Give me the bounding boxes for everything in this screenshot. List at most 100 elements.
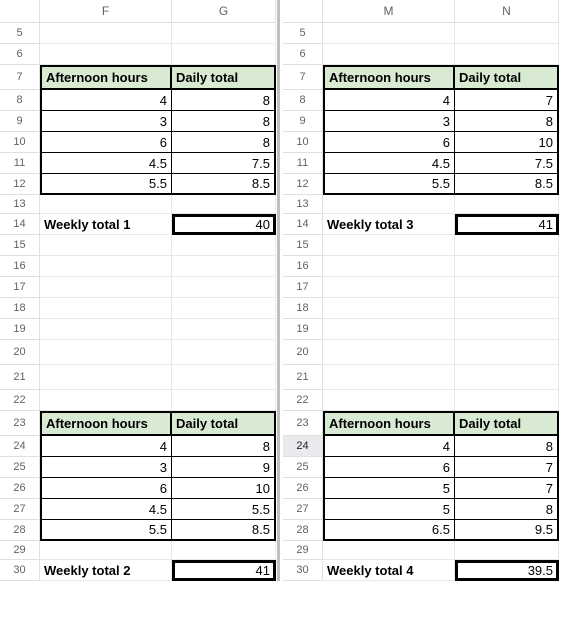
row-header[interactable]: 6 [0, 44, 40, 65]
row-header[interactable]: 23 [283, 411, 323, 436]
cell-afternoon[interactable]: 4 [323, 90, 455, 111]
cell[interactable] [172, 541, 276, 560]
cell-afternoon[interactable]: 4.5 [40, 153, 172, 174]
cell-afternoon[interactable]: 6 [40, 478, 172, 499]
row-header[interactable]: 17 [283, 277, 323, 298]
row-header[interactable]: 18 [283, 298, 323, 319]
cell[interactable] [40, 319, 172, 340]
cell[interactable] [323, 195, 455, 214]
cell[interactable] [323, 298, 455, 319]
cell[interactable] [323, 390, 455, 411]
row-header[interactable]: 16 [0, 256, 40, 277]
row-header[interactable]: 21 [0, 365, 40, 390]
cell-afternoon[interactable]: 4 [323, 436, 455, 457]
cell[interactable] [40, 390, 172, 411]
table-header-afternoon[interactable]: Afternoon hours [40, 411, 172, 436]
table-header-daily[interactable]: Daily total [172, 65, 276, 90]
cell[interactable] [323, 256, 455, 277]
weekly-total-label[interactable]: Weekly total 3 [323, 214, 455, 235]
cell-afternoon[interactable]: 4 [40, 90, 172, 111]
cell[interactable] [323, 277, 455, 298]
row-header[interactable]: 12 [283, 174, 323, 195]
cell-daily[interactable]: 8.5 [455, 174, 559, 195]
row-header[interactable]: 29 [0, 541, 40, 560]
cell-daily[interactable]: 8 [172, 436, 276, 457]
row-header[interactable]: 30 [283, 560, 323, 581]
cell-daily[interactable]: 7 [455, 90, 559, 111]
cell[interactable] [323, 235, 455, 256]
cell[interactable] [323, 365, 455, 390]
cell[interactable] [323, 340, 455, 365]
table-header-daily[interactable]: Daily total [172, 411, 276, 436]
col-header[interactable]: N [455, 0, 559, 23]
table-header-afternoon[interactable]: Afternoon hours [40, 65, 172, 90]
cell[interactable] [172, 277, 276, 298]
row-header[interactable]: 24 [0, 436, 40, 457]
row-header[interactable]: 17 [0, 277, 40, 298]
row-header[interactable]: 19 [0, 319, 40, 340]
row-header[interactable]: 16 [283, 256, 323, 277]
row-header[interactable]: 21 [283, 365, 323, 390]
cell[interactable] [172, 256, 276, 277]
cell[interactable] [323, 319, 455, 340]
cell-afternoon[interactable]: 6.5 [323, 520, 455, 541]
row-header[interactable]: 15 [0, 235, 40, 256]
cell[interactable] [455, 365, 559, 390]
cell[interactable] [455, 390, 559, 411]
weekly-total-label[interactable]: Weekly total 2 [40, 560, 172, 581]
cell[interactable] [40, 235, 172, 256]
cell-daily[interactable]: 7.5 [455, 153, 559, 174]
col-header[interactable]: M [323, 0, 455, 23]
cell[interactable] [172, 365, 276, 390]
cell-afternoon[interactable]: 5 [323, 499, 455, 520]
weekly-total-value[interactable]: 41 [455, 214, 559, 235]
cell[interactable] [455, 541, 559, 560]
col-header[interactable]: F [40, 0, 172, 23]
row-header[interactable]: 13 [283, 195, 323, 214]
row-header[interactable]: 28 [0, 520, 40, 541]
row-header[interactable]: 11 [283, 153, 323, 174]
cell[interactable] [455, 44, 559, 65]
row-header[interactable]: 5 [0, 23, 40, 44]
row-header[interactable]: 9 [283, 111, 323, 132]
cell[interactable] [40, 298, 172, 319]
row-header[interactable]: 14 [283, 214, 323, 235]
row-header[interactable]: 26 [0, 478, 40, 499]
table-header-daily[interactable]: Daily total [455, 65, 559, 90]
row-header[interactable]: 12 [0, 174, 40, 195]
table-header-afternoon[interactable]: Afternoon hours [323, 411, 455, 436]
row-header[interactable]: 28 [283, 520, 323, 541]
cell-afternoon[interactable]: 4 [40, 436, 172, 457]
row-header[interactable]: 29 [283, 541, 323, 560]
cell[interactable] [40, 541, 172, 560]
row-header[interactable]: 24 [283, 436, 323, 457]
cell[interactable] [172, 195, 276, 214]
cell-daily[interactable]: 10 [455, 132, 559, 153]
row-header[interactable]: 6 [283, 44, 323, 65]
cell[interactable] [455, 235, 559, 256]
row-header[interactable]: 7 [0, 65, 40, 90]
cell[interactable] [172, 298, 276, 319]
row-header[interactable]: 25 [0, 457, 40, 478]
weekly-total-label[interactable]: Weekly total 4 [323, 560, 455, 581]
cell[interactable] [172, 340, 276, 365]
cell[interactable] [323, 541, 455, 560]
row-header[interactable]: 5 [283, 23, 323, 44]
cell-daily[interactable]: 7 [455, 478, 559, 499]
cell-daily[interactable]: 5.5 [172, 499, 276, 520]
cell-daily[interactable]: 7.5 [172, 153, 276, 174]
cell-afternoon[interactable]: 6 [323, 457, 455, 478]
cell-afternoon[interactable]: 6 [323, 132, 455, 153]
cell-daily[interactable]: 9.5 [455, 520, 559, 541]
cell[interactable] [40, 23, 172, 44]
cell-daily[interactable]: 9 [172, 457, 276, 478]
cell[interactable] [40, 365, 172, 390]
cell[interactable] [40, 277, 172, 298]
cell[interactable] [455, 319, 559, 340]
row-header[interactable]: 15 [283, 235, 323, 256]
cell-afternoon[interactable]: 4.5 [323, 153, 455, 174]
cell[interactable] [172, 44, 276, 65]
row-header[interactable]: 20 [0, 340, 40, 365]
row-header[interactable]: 14 [0, 214, 40, 235]
row-header[interactable]: 22 [283, 390, 323, 411]
